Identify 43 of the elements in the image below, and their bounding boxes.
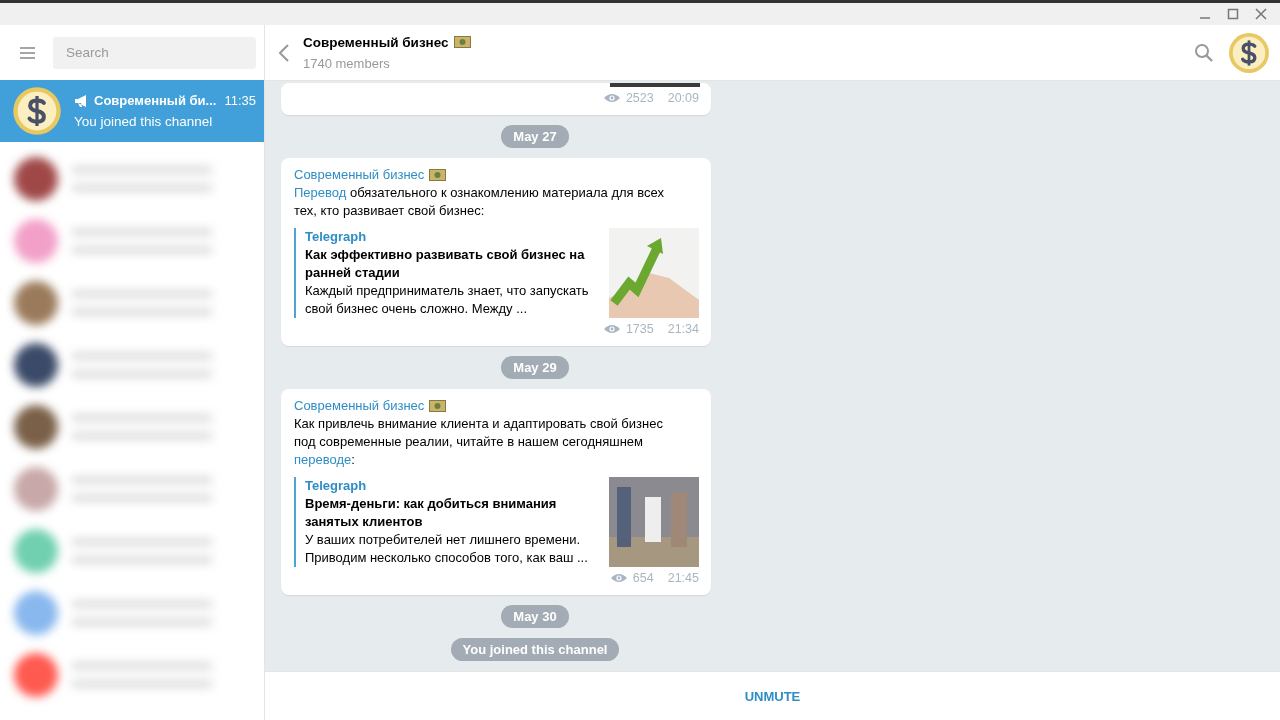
date-label: May 30 [501,605,569,628]
message-time: 20:09 [667,90,699,107]
channel-title: Современный бизнес [303,34,449,50]
message-text: Как привлечь внимание клиента и адаптировать свой бизнес под современные реалии, читайте в нашем сегодняшнем переводе: [294,415,664,469]
eye-icon [610,573,627,583]
chat-preview: You joined this channel [74,114,214,129]
member-count: 1740 members [303,55,391,71]
megaphone-icon [74,94,88,107]
date-label: May 29 [501,356,569,379]
preview-description: Каждый предприниматель знает, что запускать свой бизнес очень сложно. Между ... [305,282,590,318]
preview-title[interactable]: Как эффективно развивать свой бизнес на ранней стадии [305,246,599,282]
back-icon[interactable] [279,43,289,62]
message-author[interactable]: Современный бизнес [294,397,425,415]
maximize-icon[interactable] [1226,7,1240,21]
eye-icon [603,93,620,103]
menu-icon[interactable] [20,45,35,60]
unmute-button[interactable]: UNMUTE [734,682,811,710]
dollar-coin-icon [1228,31,1270,74]
chat-name: Современный би... [94,93,217,108]
search-icon[interactable] [1194,42,1214,63]
message-author[interactable]: Современный бизнес [294,166,425,184]
preview-site: Telegraph [305,228,368,246]
view-count: 2523 [625,90,654,107]
chat-item[interactable]: Современный би... 11:35 You joined this channel [0,80,264,142]
chat-time: 11:35 [224,93,256,108]
banknote-icon [429,400,447,412]
preview-title[interactable]: Время-деньги: как добиться внимания занятых клиентов [305,495,599,531]
message-time: 21:45 [667,570,699,587]
view-count: 654 [632,570,654,587]
text-link[interactable]: Перевод [294,185,347,200]
view-count: 1735 [625,321,654,338]
message-text: Перевод обязательного к ознакомлению материала для всех тех, кто развивает свой бизнес: [294,184,665,220]
banknote-icon [453,36,471,48]
eye-icon [603,324,620,334]
message-time: 21:34 [667,321,699,338]
banknote-icon [429,169,447,181]
preview-site: Telegraph [305,477,368,495]
preview-description: У ваших потребителей нет лишнего времени. Приводим несколько способов того, как ваш ... [305,531,589,567]
search-field[interactable]: Search [53,36,256,69]
date-label: May 27 [501,125,569,148]
dollar-coin-icon [12,86,62,136]
service-message: You joined this channel [450,638,620,661]
close-icon[interactable] [1254,7,1268,21]
